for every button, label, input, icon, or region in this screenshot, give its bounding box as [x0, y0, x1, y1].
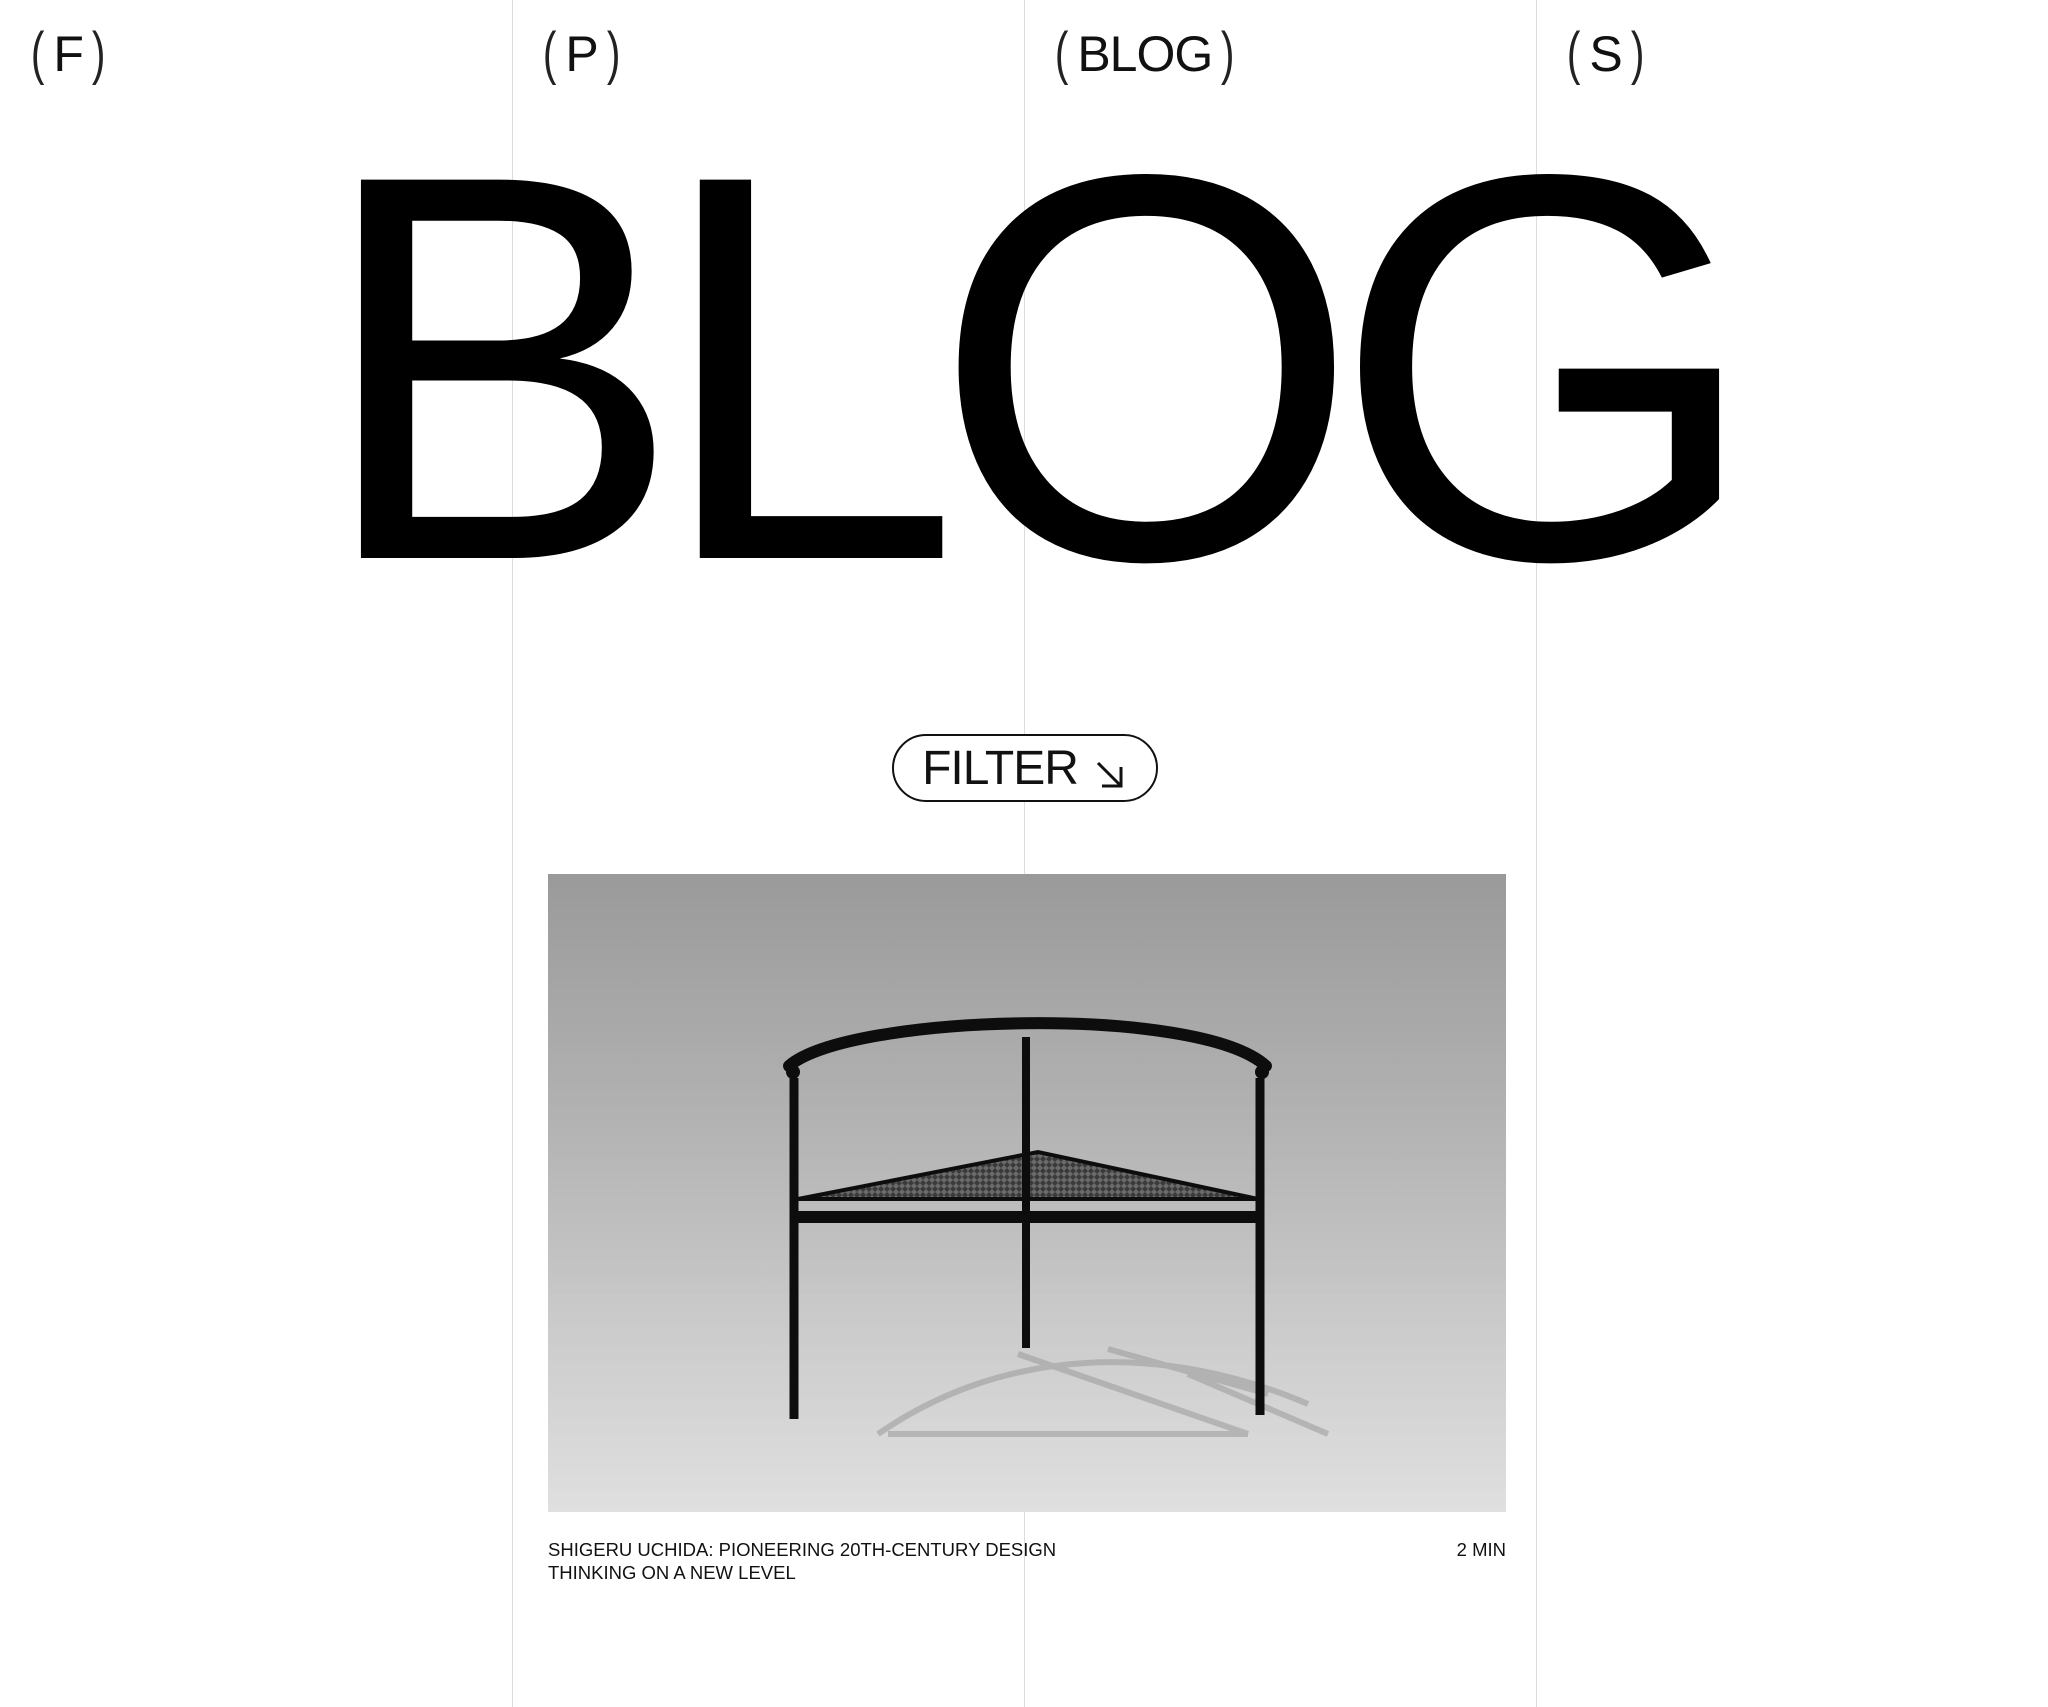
paren-close: ): [91, 21, 106, 86]
post-title[interactable]: SHIGERU UCHIDA: PIONEERING 20TH-CENTURY …: [548, 1538, 1108, 1584]
filter-button[interactable]: FILTER: [892, 734, 1158, 802]
nav-item-label: F: [53, 26, 84, 82]
blog-post-card[interactable]: SHIGERU UCHIDA: PIONEERING 20TH-CENTURY …: [548, 874, 1506, 1584]
read-time: 2 MIN: [1456, 1539, 1506, 1560]
paren-open: (: [30, 21, 45, 86]
nav-item-f[interactable]: (F): [28, 24, 108, 84]
post-title-line: SHIGERU UCHIDA: PIONEERING 20TH-CENTURY …: [548, 1539, 1057, 1560]
post-title-line: THINKING ON A NEW LEVEL: [548, 1562, 796, 1583]
post-thumbnail[interactable]: [548, 874, 1506, 1512]
arrow-down-right-icon: [1092, 750, 1128, 788]
page-title: BLOG: [315, 60, 1760, 675]
post-meta: SHIGERU UCHIDA: PIONEERING 20TH-CENTURY …: [548, 1538, 1506, 1584]
chair-image: [548, 1017, 1506, 1512]
filter-label: FILTER: [922, 741, 1079, 795]
